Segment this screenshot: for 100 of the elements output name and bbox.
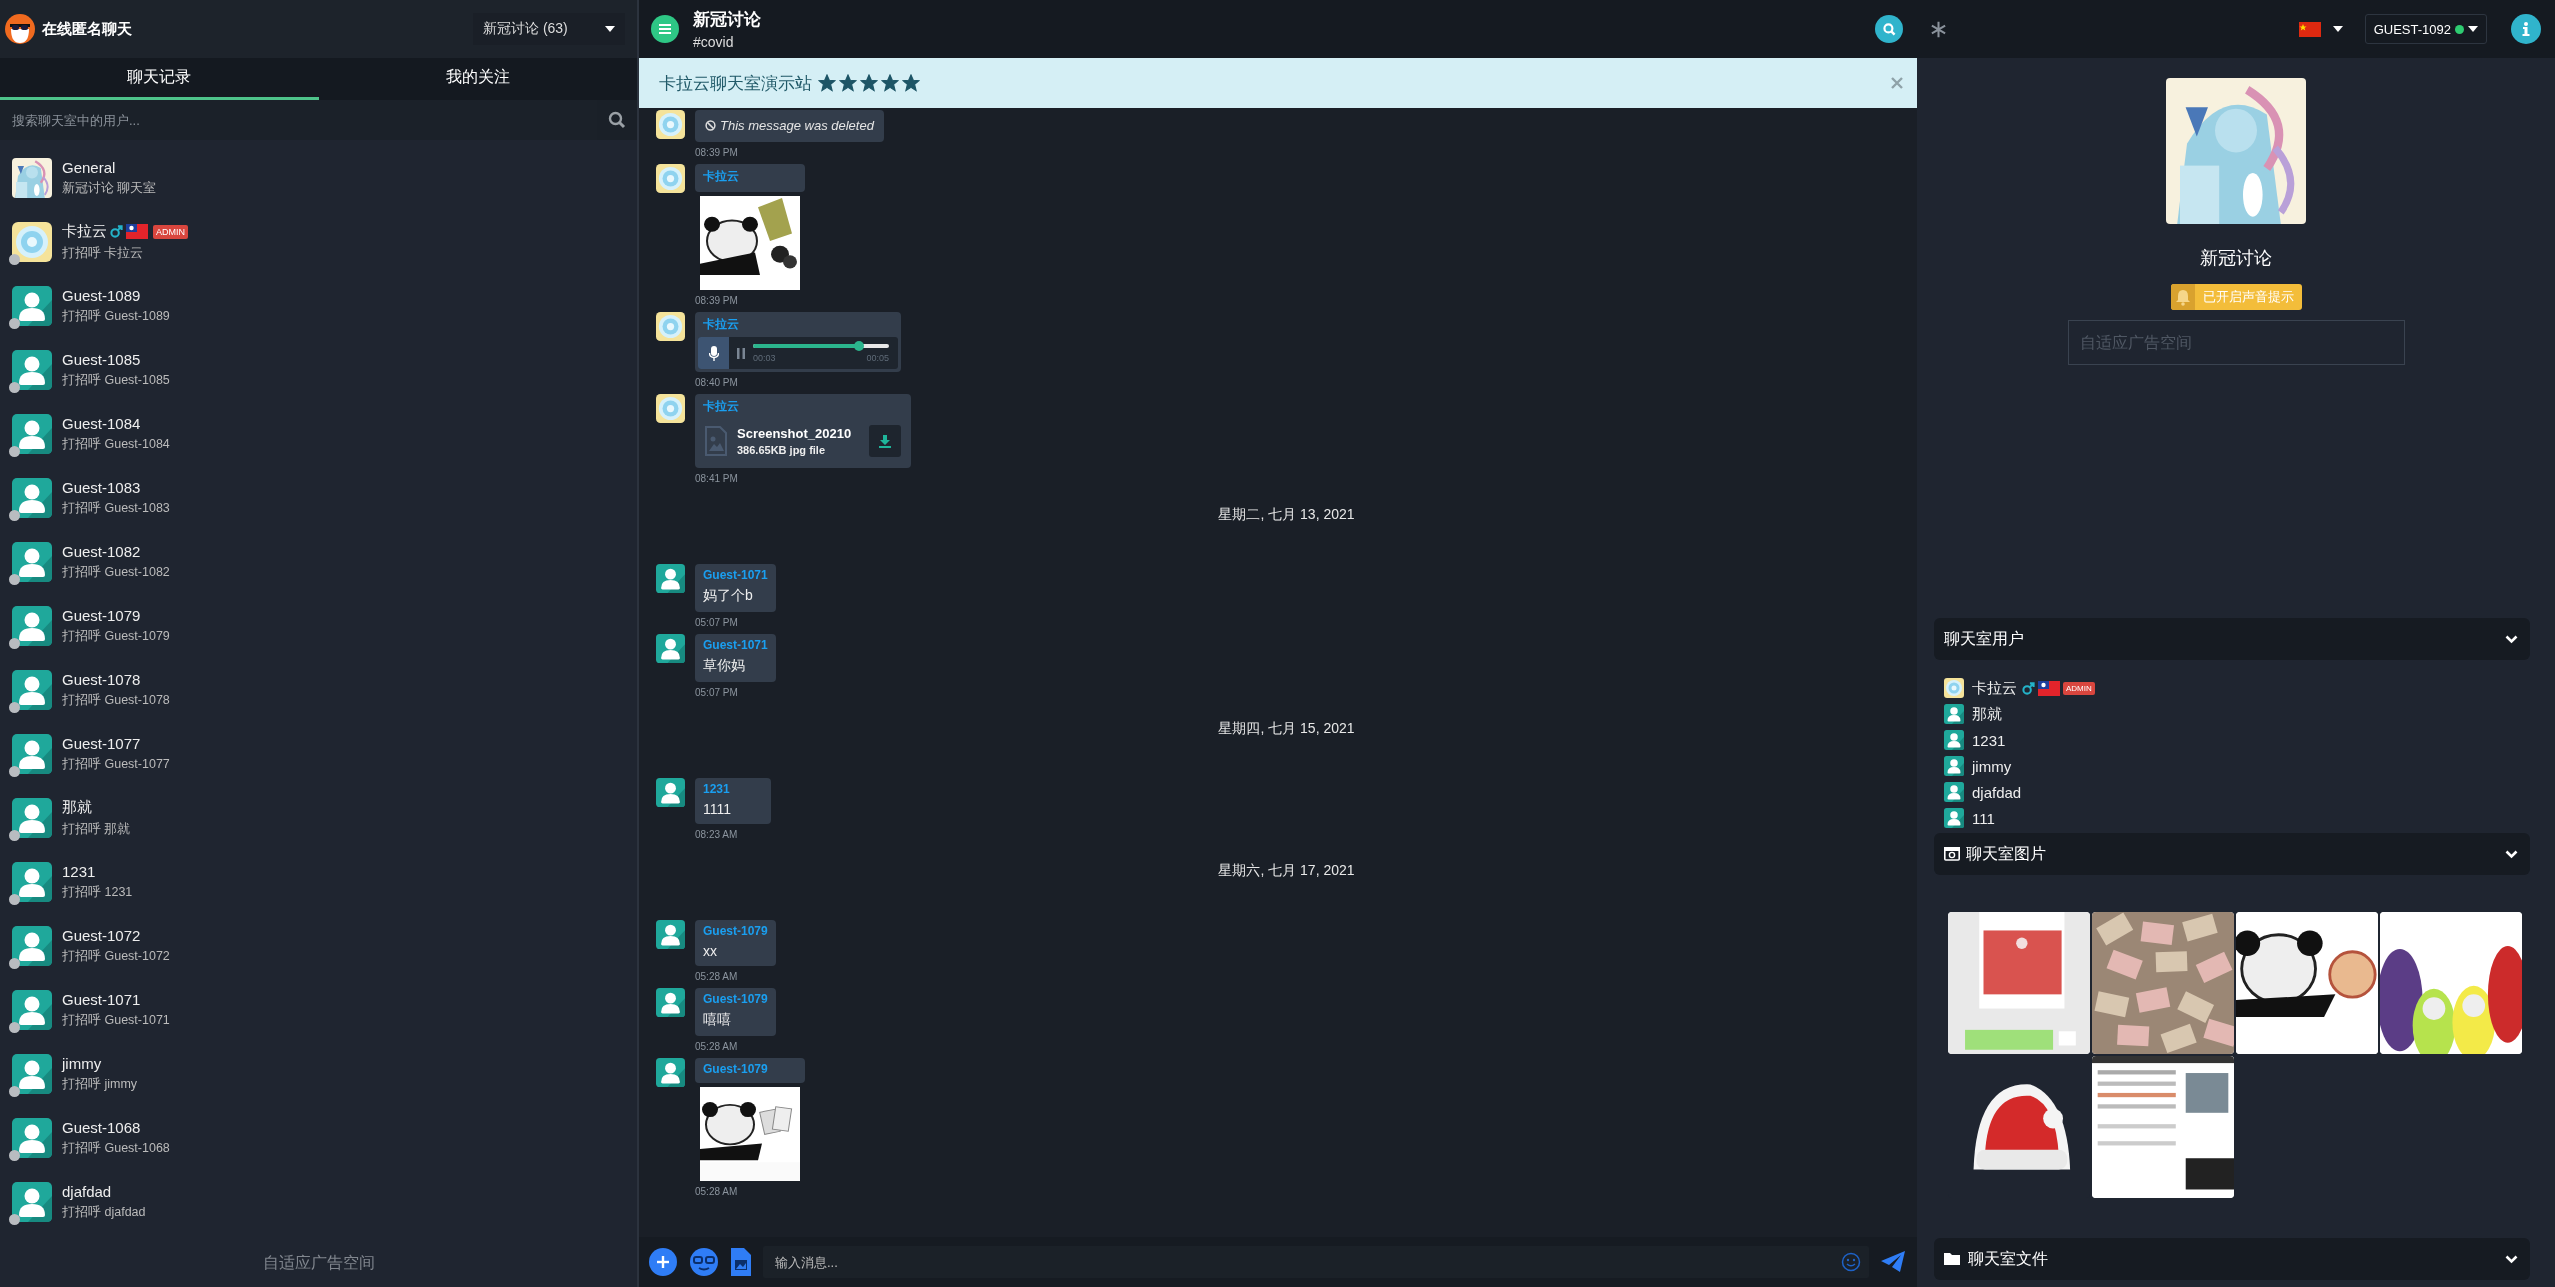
sender-name: 卡拉云 (703, 168, 740, 185)
audio-thumb[interactable] (854, 340, 865, 351)
sender-name: Guest-1071 (703, 568, 768, 582)
avatar-icon (656, 394, 685, 423)
user-name: GUEST-1092 (2373, 21, 2451, 37)
contact-name: Guest-1089 (62, 287, 141, 304)
search-icon[interactable] (608, 111, 626, 129)
image-file-icon (705, 426, 727, 456)
section-header[interactable]: 聊天室用户 (1934, 618, 2530, 660)
user-avatar-icon (12, 350, 52, 390)
search-button[interactable] (1875, 15, 1903, 43)
info-button[interactable] (2511, 14, 2541, 44)
message-text: 妈了个b (703, 587, 754, 605)
male-symbol-icon (2022, 681, 2035, 695)
contact-item[interactable]: 那就 打招呼 那就 (0, 786, 637, 850)
contact-name: Guest-1084 (62, 415, 141, 432)
caret-icon (2332, 26, 2343, 32)
plus-icon (657, 1256, 669, 1268)
glasses-emoji-icon[interactable] (689, 1247, 719, 1277)
message-time: 05:07 PM (695, 687, 738, 698)
add-button[interactable] (649, 1248, 677, 1276)
smiley-icon[interactable] (1841, 1252, 1861, 1272)
contact-item[interactable]: 卡拉云 ADMIN 打招呼 卡拉云 (0, 210, 637, 274)
user-avatar-icon (12, 1118, 52, 1158)
snowflake-icon[interactable] (1930, 20, 1947, 38)
user-avatar-icon (656, 988, 685, 1017)
contact-item[interactable]: Guest-1083 打招呼 Guest-1083 (0, 466, 637, 530)
contact-subtitle: 打招呼 Guest-1079 (62, 628, 170, 645)
user-avatar-icon (656, 920, 685, 949)
search-field[interactable]: 搜索聊天室中的用户... (0, 100, 597, 140)
user-name: 1231 (1972, 731, 2006, 749)
male-symbol-icon (110, 225, 123, 238)
image-file-icon[interactable] (731, 1248, 751, 1276)
contact-item[interactable]: Guest-1084 打招呼 Guest-1084 (0, 402, 637, 466)
contact-item[interactable]: Guest-1089 打招呼 Guest-1089 (0, 274, 637, 338)
bell-icon (2170, 284, 2195, 310)
contact-item[interactable]: Guest-1072 打招呼 Guest-1072 (0, 914, 637, 978)
admin-badge: ADMIN (2063, 681, 2095, 695)
user-avatar-icon (1944, 756, 1964, 776)
contact-subtitle: 打招呼 Guest-1072 (62, 948, 170, 965)
contact-item[interactable]: Guest-1071 打招呼 Guest-1071 (0, 978, 637, 1042)
contact-item[interactable]: 1231 打招呼 1231 (0, 850, 637, 914)
user-avatar-icon (12, 542, 52, 582)
contact-subtitle: 新冠讨论 聊天室 (62, 180, 157, 197)
room-select[interactable]: 新冠讨论 (63) (473, 13, 625, 45)
contact-subtitle: 打招呼 1231 (62, 884, 133, 901)
menu-button[interactable] (651, 15, 679, 43)
message-input[interactable]: 输入消息... (763, 1246, 1869, 1278)
contact-item[interactable]: Guest-1068 打招呼 Guest-1068 (0, 1106, 637, 1170)
message-text: xx (703, 943, 718, 959)
contact-item[interactable]: General 新冠讨论 聊天室 (0, 146, 637, 210)
tab[interactable]: 我的关注 (318, 58, 637, 100)
section-header[interactable]: 聊天室图片 (1934, 833, 2530, 875)
contact-item[interactable]: Guest-1079 打招呼 Guest-1079 (0, 594, 637, 658)
contact-name: Guest-1079 (62, 607, 141, 624)
sender-name: 卡拉云 (703, 316, 740, 333)
microphone-icon (708, 345, 719, 361)
avatar-icon (1944, 678, 1964, 698)
avatar-icon (12, 222, 52, 262)
admin-badge: ADMIN (153, 224, 188, 239)
contact-item[interactable]: Guest-1078 打招呼 Guest-1078 (0, 658, 637, 722)
pause-icon[interactable] (737, 347, 745, 359)
date-separator: 星期四, 七月 15, 2021 (1218, 720, 1355, 738)
send-icon[interactable] (1881, 1251, 1905, 1273)
user-name: jimmy (1972, 757, 2012, 775)
deleted-note: This message was deleted (720, 118, 874, 133)
flag-icon (2038, 680, 2060, 696)
language-select[interactable] (2298, 21, 2343, 37)
contact-name: 1231 (62, 863, 96, 880)
section-header[interactable]: 聊天室文件 (1934, 1238, 2530, 1280)
download-button[interactable] (869, 425, 901, 457)
contact-item[interactable]: Guest-1085 打招呼 Guest-1085 (0, 338, 637, 402)
room-select-value: 新冠讨论 (63) (483, 20, 568, 38)
contact-subtitle: 打招呼 djafdad (62, 1204, 146, 1221)
contact-item[interactable]: jimmy 打招呼 jimmy (0, 1042, 637, 1106)
contact-subtitle: 打招呼 Guest-1089 (62, 308, 170, 325)
user-avatar-icon (12, 1182, 52, 1222)
contact-name: djafdad (62, 1183, 112, 1200)
file-size: 386.65KB jpg file (737, 444, 827, 456)
room-channel: #covid (693, 34, 735, 50)
contact-item[interactable]: Guest-1082 打招呼 Guest-1082 (0, 530, 637, 594)
contact-subtitle: 打招呼 Guest-1077 (62, 756, 170, 773)
contact-name: Guest-1068 (62, 1119, 141, 1136)
folder-icon (1944, 1252, 1962, 1266)
contact-item[interactable]: djafdad 打招呼 djafdad (0, 1170, 637, 1234)
star-icon (860, 74, 878, 92)
star-icon (902, 74, 920, 92)
message-time: 08:41 PM (695, 473, 738, 484)
sender-name: 1231 (703, 782, 731, 796)
user-avatar-icon (12, 734, 52, 774)
user-menu[interactable]: GUEST-1092 (2364, 14, 2487, 44)
message-time: 05:28 AM (695, 1041, 738, 1052)
contact-name: General (62, 159, 116, 176)
contact-subtitle: 打招呼 Guest-1071 (62, 1012, 170, 1029)
contact-item[interactable]: Guest-1077 打招呼 Guest-1077 (0, 722, 637, 786)
mic-button[interactable] (698, 337, 729, 369)
user-avatar-icon (12, 990, 52, 1030)
user-name: 111 (1972, 809, 1995, 827)
user-avatar-icon (656, 778, 685, 807)
menu-icon (659, 24, 671, 34)
